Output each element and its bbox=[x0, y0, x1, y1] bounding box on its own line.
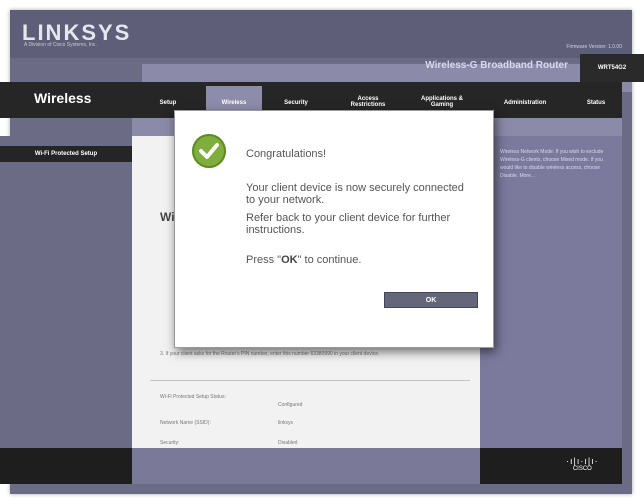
ssid-value: linksys bbox=[278, 420, 294, 426]
ssid-label: Network Name (SSID): bbox=[160, 420, 211, 426]
product-name: Wireless-G Broadband Router bbox=[425, 60, 568, 71]
dialog-line-2: to your network. bbox=[246, 194, 325, 206]
ok-button[interactable]: OK bbox=[384, 292, 478, 308]
firmware-version: Firmware Version: 1.0.00 bbox=[566, 44, 622, 50]
step-3-text: 3. If your client asks for the Router's … bbox=[160, 351, 380, 357]
divider bbox=[150, 380, 470, 381]
dialog-press-ok-text: Press "OK" to continue. bbox=[246, 254, 361, 266]
tab-access-restrictions[interactable]: Access Restrictions bbox=[340, 96, 396, 108]
tab-applications-gaming[interactable]: Applications & Gaming bbox=[410, 96, 474, 108]
cisco-bars-icon: ·ı|ı·ı|ı· bbox=[566, 456, 599, 466]
section-title: Wireless bbox=[34, 90, 92, 106]
security-label: Security: bbox=[160, 440, 180, 446]
left-sidebar bbox=[0, 136, 132, 448]
help-column bbox=[480, 136, 622, 448]
press-prefix: Press " bbox=[246, 254, 282, 266]
dialog-line-1: Your client device is now securely conne… bbox=[246, 182, 464, 194]
tab-setup[interactable]: Setup bbox=[148, 100, 188, 106]
model-badge: WRT54G2 bbox=[580, 54, 644, 82]
press-ok-bold: OK bbox=[281, 254, 298, 266]
dialog-title: Congratulations! bbox=[246, 148, 327, 160]
help-text: Wireless Network Mode: If you wish to ex… bbox=[500, 149, 604, 179]
security-value: Disabled bbox=[278, 440, 298, 446]
cisco-logo: ·ı|ı·ı|ı· CISCO bbox=[566, 456, 599, 472]
content-heading: Wi bbox=[160, 210, 175, 224]
press-suffix: " to continue. bbox=[297, 254, 362, 266]
top-header: LINKSYS A Division of Cisco Systems, Inc… bbox=[10, 10, 632, 58]
cisco-brand-text: CISCO bbox=[572, 466, 592, 472]
wps-status-label: Wi-Fi Protected Setup Status: bbox=[160, 394, 226, 400]
logo-subtitle: A Division of Cisco Systems, Inc. bbox=[24, 42, 97, 48]
tab-administration[interactable]: Administration bbox=[490, 100, 560, 106]
tab-wireless[interactable]: Wireless bbox=[210, 100, 258, 106]
checkmark-icon bbox=[192, 134, 226, 168]
sidebar-item-wifi-protected-setup[interactable]: Wi-Fi Protected Setup bbox=[0, 146, 132, 162]
tab-security[interactable]: Security bbox=[272, 100, 320, 106]
footer-center bbox=[132, 448, 480, 484]
dialog-line-4: instructions. bbox=[246, 224, 305, 236]
tab-status[interactable]: Status bbox=[576, 100, 616, 106]
wps-status-value: Configured bbox=[278, 402, 303, 408]
dialog-line-3: Refer back to your client device for fur… bbox=[246, 212, 451, 224]
